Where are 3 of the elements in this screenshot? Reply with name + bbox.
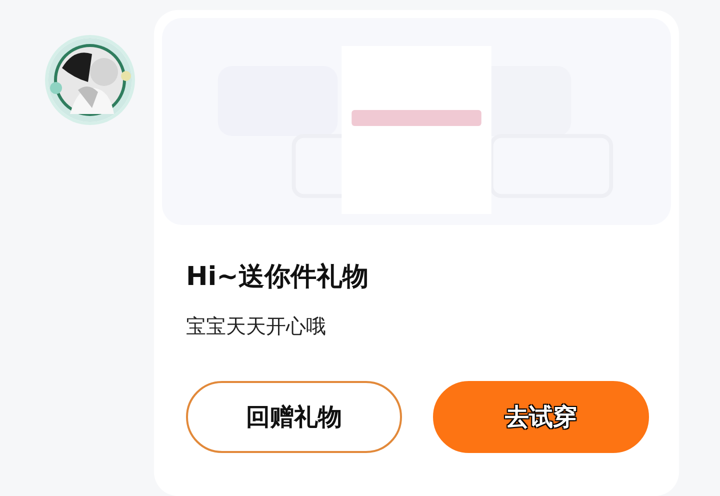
gift-message: 宝宝天天开心哦 — [186, 313, 326, 340]
return-gift-button[interactable]: 回赠礼物 — [186, 381, 402, 453]
gift-title: Hi~送你件礼物 — [186, 261, 368, 294]
